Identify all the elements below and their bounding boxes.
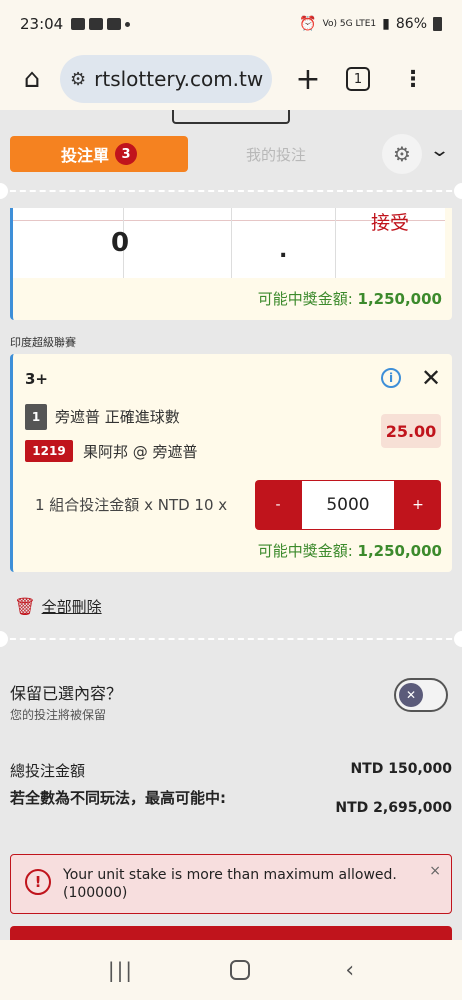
status-right: ⏰ Vo) 5G LTE1 ▮ 86% [299,16,442,32]
tab-betslip-label: 投注單 [60,146,109,165]
keypad-divider [335,208,336,278]
cloud-icon [89,18,104,30]
max-win-value: NTD 2,695,000 [335,800,452,816]
trash-icon: 🗑 [14,596,36,617]
home-icon: ⌂ [23,64,41,94]
new-tab-button[interactable]: + [290,62,326,97]
payout-label: 可能中獎金額: [257,290,353,308]
retain-selection-title: 保留已選內容？ [10,684,123,703]
decrement-button[interactable]: - [255,480,301,530]
betslip-tabs: 投注單 3 我的投注 ⚙ ⌄ [10,134,456,174]
address-bar[interactable]: ⚙ rtslottery.com.tw [60,55,272,103]
dashed-divider [0,183,462,199]
increment-button[interactable]: + [395,480,441,530]
keypad-divider [231,208,232,278]
keypad-key-dot[interactable]: . [279,238,287,263]
odds-value: 25.00 [381,414,441,448]
network-indicator: Vo) 5G LTE1 [322,19,377,29]
stake-stepper: - 5000 + [255,480,441,530]
signal-icon: ▮ [382,16,390,32]
tab-betslip[interactable]: 投注單 3 [10,136,188,172]
settings-button[interactable]: ⚙ [382,134,422,174]
status-bar: 23:04 ⏰ Vo) 5G LTE1 ▮ 86% [0,0,462,48]
retain-selection-toggle[interactable]: ✕ [394,678,448,712]
info-icon[interactable]: i [381,368,401,388]
match-name: 果阿邦 @ 旁遮普 [83,443,198,461]
toggle-off-icon: ✕ [399,683,423,707]
home-nav-icon[interactable] [229,960,250,980]
error-message: Your unit stake is more than maximum all… [63,867,397,901]
plus-icon: + [295,61,321,97]
chevron-down-icon: ⌄ [428,140,451,161]
delete-all-label: 全部刪除 [41,598,102,616]
betslip-count-badge: 3 [115,143,137,165]
notification-icons [71,18,131,30]
payout-value: 1,250,000 [357,542,442,560]
total-stake-label: 總投注金額 [10,762,86,780]
status-time: 23:04 [20,15,64,33]
place-bet-button[interactable] [10,926,452,940]
delete-all-button[interactable]: 🗑 全部刪除 [14,596,102,617]
home-button[interactable]: ⌂ [14,61,50,97]
bet-card: 3+ i ✕ 1 旁遮普 正確進球數 1219 果阿邦 @ 旁遮普 25.00 … [10,354,452,572]
url-text: rtslottery.com.tw [94,67,264,91]
payout-value: 1,250,000 [357,290,442,308]
youtube-icon [107,18,122,30]
max-win-label: 若全數為不同玩法，最高可能中: [10,789,227,807]
payout-label: 可能中獎金額: [257,542,353,560]
gear-icon: ⚙ [393,142,411,166]
image-icon [71,18,86,30]
bet-type: 3+ [25,370,49,388]
error-alert: ! Your unit stake is more than maximum a… [10,854,452,914]
total-stake-value: NTD 150,000 [350,761,452,777]
league-name: 印度超級聯賽 [10,336,76,349]
close-icon[interactable]: ✕ [421,364,441,392]
alert-icon: ! [25,869,51,895]
potential-payout: 可能中獎金額: 1,250,000 [258,288,442,309]
keypad-accept-button[interactable]: 接受 [371,208,409,235]
stake-label: 1 組合投注金額 x NTD 10 x [35,496,228,514]
bet-card: 0 . 接受 可能中獎金額: 1,250,000 [10,208,452,320]
battery-percent: 86% [395,16,427,32]
collapse-button[interactable]: ⌄ [429,140,450,161]
site-settings-icon[interactable]: ⚙ [70,69,86,90]
retain-selection-subtitle: 您的投注將被保留 [10,708,107,722]
tab-switcher-button[interactable]: 1 [346,67,370,91]
back-icon[interactable]: ‹ [345,958,354,983]
numeric-keypad: 0 . 接受 [13,208,445,278]
dot-icon [125,21,131,27]
recent-apps-icon[interactable]: ||| [108,958,134,982]
dashed-divider [0,631,462,647]
potential-payout: 可能中獎金額: 1,250,000 [258,540,442,561]
alarm-icon: ⏰ [299,16,317,32]
browser-toolbar: ⌂ ⚙ rtslottery.com.tw + 1 ⋮ [0,48,462,110]
more-vert-icon: ⋮ [402,66,424,92]
keypad-key-0[interactable]: 0 [111,228,129,258]
match-code-badge: 1219 [25,440,73,462]
close-icon[interactable]: × [429,863,441,879]
browser-menu-button[interactable]: ⋮ [402,67,424,92]
tab-count: 1 [353,71,363,87]
selection-number: 1 [25,404,47,430]
battery-icon [433,17,442,31]
stake-input[interactable]: 5000 [301,480,395,530]
drawer-handle[interactable] [172,110,290,124]
tab-my-bets[interactable]: 我的投注 [246,144,306,165]
selection-market: 旁遮普 正確進球數 [55,408,180,426]
system-nav-bar: ||| ‹ [0,940,462,1000]
betslip-page: 投注單 3 我的投注 ⚙ ⌄ 0 . 接受 可能中獎金額: 1,250,000 … [0,110,462,940]
